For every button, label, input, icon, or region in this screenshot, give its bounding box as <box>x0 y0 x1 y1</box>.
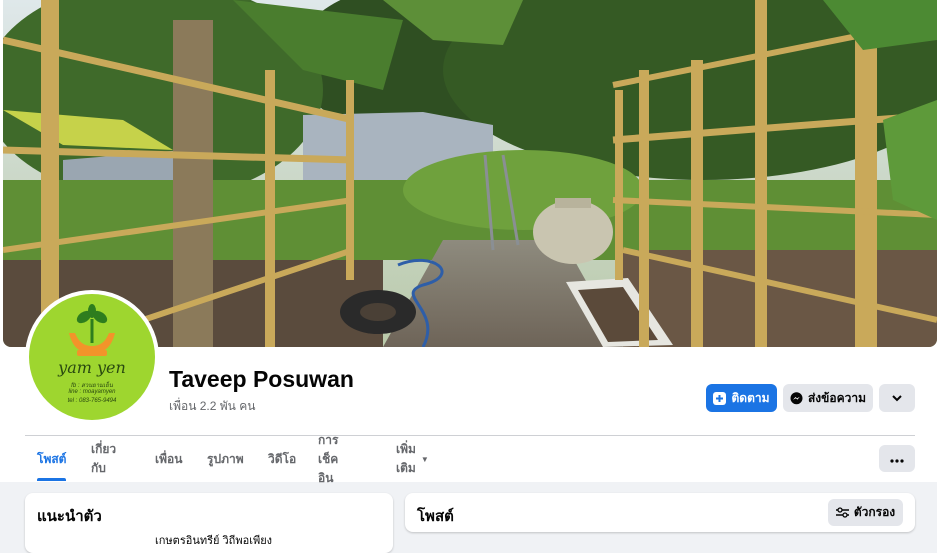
tab-about[interactable]: เกี่ยวกับ <box>91 437 116 481</box>
more-horizontal-icon <box>890 452 904 466</box>
follow-button[interactable]: ติดตาม <box>706 384 777 412</box>
more-options-button[interactable] <box>879 445 915 472</box>
filter-button-label: ตัวกรอง <box>853 505 896 519</box>
tab-friends[interactable]: เพื่อน <box>155 437 182 481</box>
friends-count-link[interactable]: เพื่อน 2.2 พัน คน <box>169 397 255 416</box>
intro-title: แนะนำตัว <box>37 508 102 525</box>
filter-sliders-icon <box>835 507 849 518</box>
posts-title: โพสต์ <box>417 508 454 525</box>
avatar-tagline-tel: tel : 083-765-9494 <box>67 398 117 404</box>
header-divider <box>25 435 915 436</box>
tab-videos[interactable]: วิดีโอ <box>268 437 296 481</box>
follow-button-label: ติดตาม <box>731 390 770 405</box>
tab-posts[interactable]: โพสต์ <box>37 437 67 481</box>
messenger-icon <box>790 391 803 405</box>
cover-photo-image <box>3 0 937 347</box>
cover-photo[interactable] <box>3 0 937 347</box>
intro-card: แนะนำตัว เกษตรอินทรีย์ วิถีพอเพียง <box>25 493 393 553</box>
filter-button[interactable]: ตัวกรอง <box>828 499 903 526</box>
message-button[interactable]: ส่งข้อความ <box>783 384 873 412</box>
avatar-brand-text: yam yen <box>58 358 126 377</box>
chevron-down-icon <box>891 391 903 405</box>
follow-plus-icon <box>713 391 727 405</box>
tab-photos[interactable]: รูปภาพ <box>207 437 244 481</box>
tab-more[interactable]: เพิ่มเติม ▼ <box>396 437 429 481</box>
seedling-logo-icon <box>69 304 115 356</box>
profile-name: Taveep Posuwan <box>169 366 354 392</box>
avatar-tagline-line: line : moayamyen <box>68 389 116 395</box>
intro-bio-text: เกษตรอินทรีย์ วิถีพอเพียง <box>155 535 273 547</box>
message-button-label: ส่งข้อความ <box>807 390 866 405</box>
avatar[interactable]: yam yen fb : สวนยามเย็น line : moayamyen… <box>29 294 155 420</box>
profile-options-dropdown-button[interactable] <box>879 384 915 412</box>
caret-down-icon: ▼ <box>420 454 429 464</box>
tab-more-label: เพิ่มเติม <box>396 442 416 475</box>
tab-checkins[interactable]: การเช็คอิน <box>318 433 338 485</box>
